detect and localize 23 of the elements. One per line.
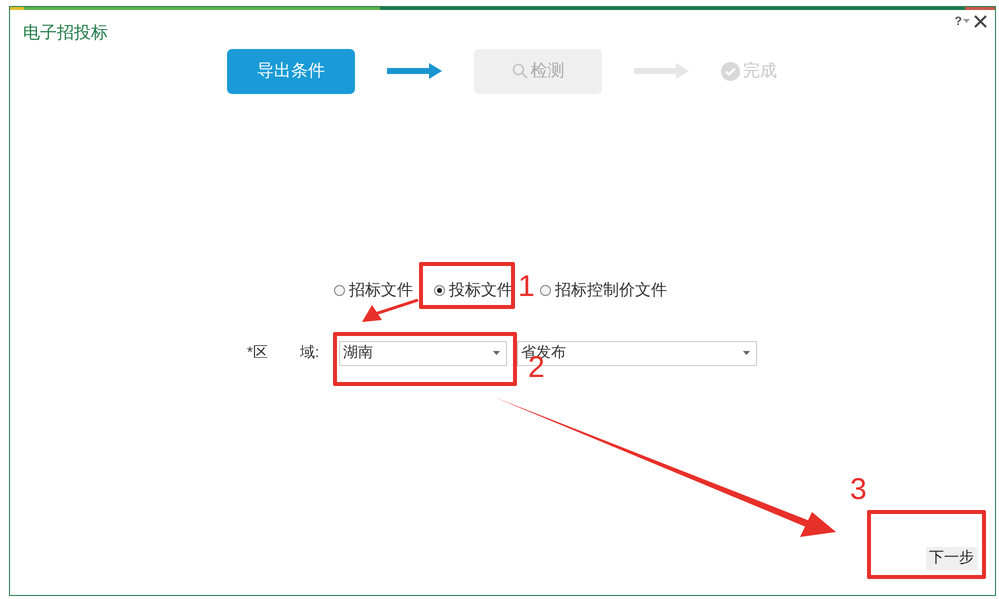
step-number: 3	[850, 475, 867, 505]
close-icon[interactable]	[974, 14, 987, 28]
radio-option[interactable]: 投标文件	[434, 278, 513, 302]
dropdown[interactable]: 湖南	[339, 340, 507, 366]
radio-option[interactable]: 招标控制价文件	[540, 278, 667, 302]
caret-icon[interactable]	[743, 351, 750, 355]
radio-option[interactable]: 招标文件	[334, 278, 413, 302]
radio-button[interactable]	[334, 285, 345, 296]
radio-button[interactable]	[434, 285, 445, 296]
caret-icon[interactable]	[963, 18, 970, 24]
check-circle-icon	[721, 62, 740, 80]
arrow-icon	[634, 63, 689, 79]
next-button[interactable]: 下一步	[926, 547, 977, 570]
help-button[interactable]: ?	[954, 12, 970, 30]
field-label: 域:	[300, 342, 320, 363]
radio-button[interactable]	[540, 285, 551, 296]
field-label: *区	[247, 342, 269, 363]
annotation-arrow	[362, 298, 418, 322]
search-icon	[512, 63, 528, 79]
arrow-icon	[387, 63, 442, 79]
step-number: 1	[518, 272, 535, 302]
caret-icon[interactable]	[493, 351, 500, 355]
window-title: 电子招投标	[23, 22, 108, 44]
